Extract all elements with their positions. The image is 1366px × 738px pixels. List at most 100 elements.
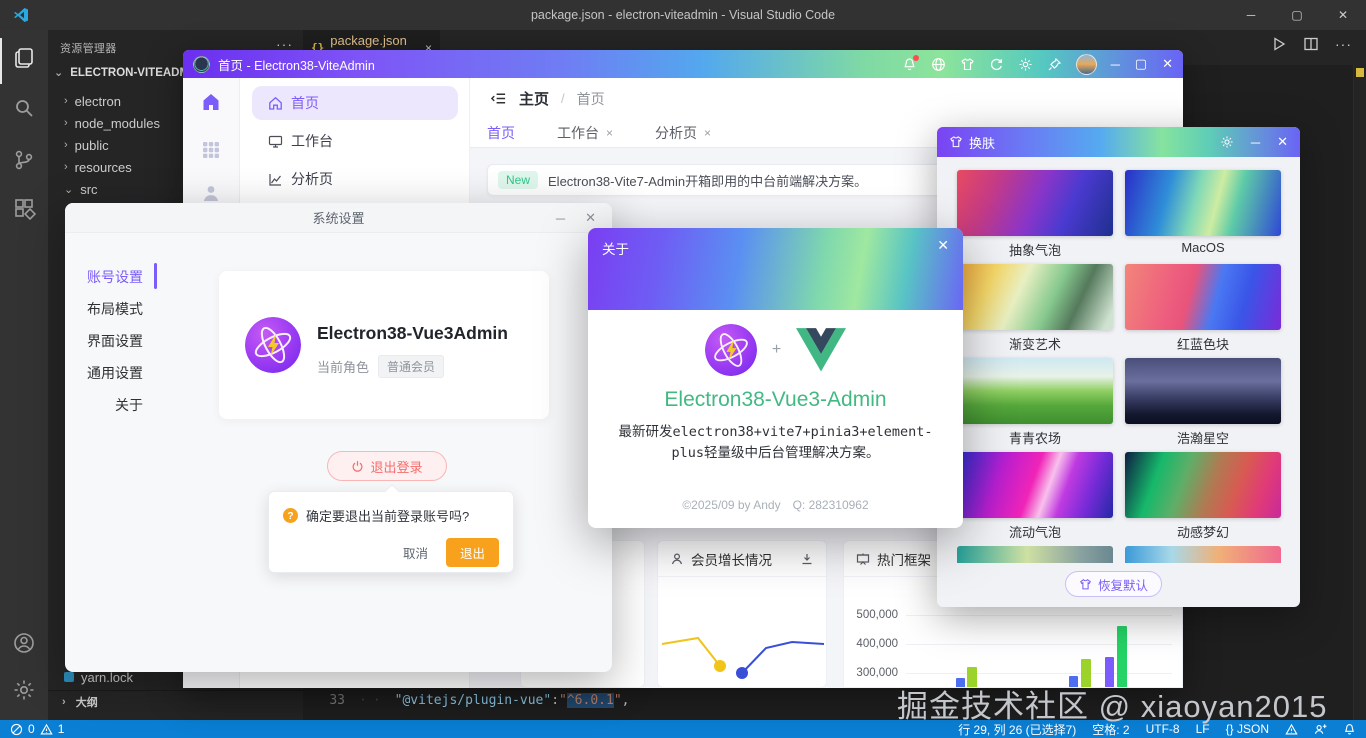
settings-nav-interface[interactable]: 界面设置 (65, 331, 157, 351)
settings-nav-layout[interactable]: 布局模式 (65, 299, 157, 319)
manage-gear-icon[interactable] (12, 678, 36, 702)
problems-status[interactable]: 0 1 (10, 722, 64, 736)
skin-label: 红蓝色块 (1125, 334, 1281, 353)
split-editor-icon[interactable] (1303, 36, 1319, 52)
skin-label: 青青农场 (957, 428, 1113, 447)
card-title: 热门框架 (877, 549, 931, 569)
notice-text: Electron38-Vite7-Admin开箱即用的中台前端解决方案。 (548, 171, 867, 190)
theme-close-button[interactable]: ✕ (1277, 134, 1288, 150)
app-tab-home[interactable]: 首页 (487, 123, 515, 143)
account-icon[interactable] (12, 631, 36, 655)
about-description: 最新研发electron38+vite7+pinia3+element-plus… (610, 422, 941, 464)
outline-section[interactable]: › 大纲 (48, 690, 303, 712)
skin-thumbnail[interactable] (1125, 170, 1281, 236)
vscode-activity-bar (0, 30, 48, 720)
app-minimize-button[interactable]: ─ (1111, 57, 1120, 72)
skin-thumbnail-partial[interactable] (1125, 546, 1281, 563)
restore-default-button[interactable]: 恢复默认 (1065, 571, 1162, 597)
app-titlebar[interactable]: 首页 - Electron38-ViteAdmin ─ ▢ ✕ (183, 50, 1183, 78)
app-close-button[interactable]: ✕ (1162, 56, 1173, 72)
project-root-folder[interactable]: ⌄ELECTRON-VITEADMIN (54, 66, 201, 79)
shirt-icon (1079, 578, 1092, 591)
logout-button[interactable]: 退出登录 (327, 451, 447, 481)
board-icon (856, 552, 870, 566)
indent-guides: ·· (359, 693, 387, 708)
vue-logo (796, 328, 846, 372)
monitor-icon (268, 134, 283, 149)
gridline (906, 615, 1172, 616)
skin-thumbnail[interactable] (1125, 358, 1281, 424)
collapse-menu-icon[interactable] (490, 90, 507, 107)
tree-item-public[interactable]: ›public (64, 134, 109, 156)
skin-thumbnail[interactable] (1125, 452, 1281, 518)
menu-item-workbench[interactable]: 工作台 (268, 131, 333, 151)
settings-nav-indicator (154, 263, 157, 289)
tree-item-node-modules[interactable]: ›node_modules (64, 112, 160, 134)
theme-minimize-button[interactable]: ─ (1251, 135, 1260, 150)
download-icon[interactable] (800, 552, 814, 566)
member-icon (670, 552, 684, 566)
menu-item-analysis[interactable]: 分析页 (268, 169, 333, 189)
run-icon[interactable] (1271, 36, 1287, 52)
skin-thumbnail[interactable] (957, 264, 1113, 330)
theme-titlebar[interactable]: 换肤 ─ ✕ (937, 127, 1300, 157)
skin-thumbnail[interactable] (957, 358, 1113, 424)
about-footer: ©2025/09 by Andy Q: 282310962 (588, 496, 963, 513)
vscode-minimize-button[interactable]: ─ (1228, 0, 1274, 30)
settings-titlebar[interactable]: 系统设置 (65, 203, 612, 233)
cancel-button[interactable]: 取消 (395, 539, 436, 566)
about-header[interactable] (588, 228, 963, 310)
vscode-logo (13, 7, 29, 23)
app-tab-analysis[interactable]: 分析页× (655, 123, 711, 143)
tree-item-src[interactable]: ⌄src (64, 178, 98, 200)
skin-thumbnail[interactable] (957, 170, 1113, 236)
trend-chart-icon (268, 172, 283, 187)
theme-shirt-icon[interactable] (960, 57, 975, 72)
notification-bell-icon[interactable] (902, 57, 917, 72)
source-control-icon[interactable] (12, 148, 36, 172)
app-maximize-button[interactable]: ▢ (1135, 56, 1147, 72)
electron-logo (245, 317, 301, 373)
settings-nav-about[interactable]: 关于 (65, 395, 157, 415)
skin-thumbnail[interactable] (1125, 264, 1281, 330)
power-icon (351, 460, 364, 473)
vscode-maximize-button[interactable]: ▢ (1274, 0, 1320, 30)
tree-item-resources[interactable]: ›resources (64, 156, 132, 178)
settings-gear-icon[interactable] (1018, 57, 1033, 72)
user-avatar[interactable] (1076, 54, 1097, 75)
minimap-marker (1356, 68, 1364, 77)
confirm-logout-button[interactable]: 退出 (446, 538, 499, 567)
tab-close-icon[interactable]: × (704, 126, 711, 140)
skin-thumbnail-partial[interactable] (957, 546, 1113, 563)
settings-nav-general[interactable]: 通用设置 (65, 363, 157, 383)
tab-close-icon[interactable]: × (606, 126, 613, 140)
about-close-button[interactable]: ✕ (937, 237, 949, 254)
extensions-icon[interactable] (12, 196, 36, 220)
role-badge: 普通会员 (378, 355, 444, 378)
settings-nav-account[interactable]: 账号设置 (65, 267, 157, 287)
more-actions-icon[interactable]: ··· (1335, 36, 1352, 52)
code-line-33[interactable]: 33 ·· "@vitejs/plugin-vue": "^6.0.1", (303, 690, 629, 710)
theme-gear-icon[interactable] (1220, 135, 1234, 149)
app-tab-workbench[interactable]: 工作台× (557, 123, 613, 143)
search-icon[interactable] (12, 96, 36, 120)
settings-minimize-button[interactable]: ─ (556, 211, 565, 226)
rail-apps-grid-icon[interactable] (201, 140, 221, 160)
skin-thumbnail[interactable] (957, 452, 1113, 518)
github-globe-icon[interactable] (931, 57, 946, 72)
breadcrumb-separator: / (561, 91, 565, 106)
breadcrumb-root[interactable]: 主页 (519, 88, 549, 109)
rail-user-icon[interactable] (201, 183, 221, 203)
settings-close-button[interactable]: ✕ (585, 210, 596, 226)
about-app-name: Electron38-Vue3-Admin (588, 388, 963, 412)
explorer-icon[interactable] (12, 46, 36, 70)
tree-item-electron[interactable]: ›electron (64, 90, 121, 112)
vscode-close-button[interactable]: ✕ (1320, 0, 1366, 30)
pin-icon[interactable] (1047, 57, 1062, 72)
refresh-icon[interactable] (989, 57, 1004, 72)
minimap[interactable] (1353, 65, 1366, 720)
yarn-file-icon (64, 672, 74, 682)
menu-item-home[interactable]: 首页 (252, 86, 458, 120)
notifications-bell-icon[interactable] (1343, 723, 1356, 736)
rail-home-icon[interactable] (201, 92, 221, 112)
